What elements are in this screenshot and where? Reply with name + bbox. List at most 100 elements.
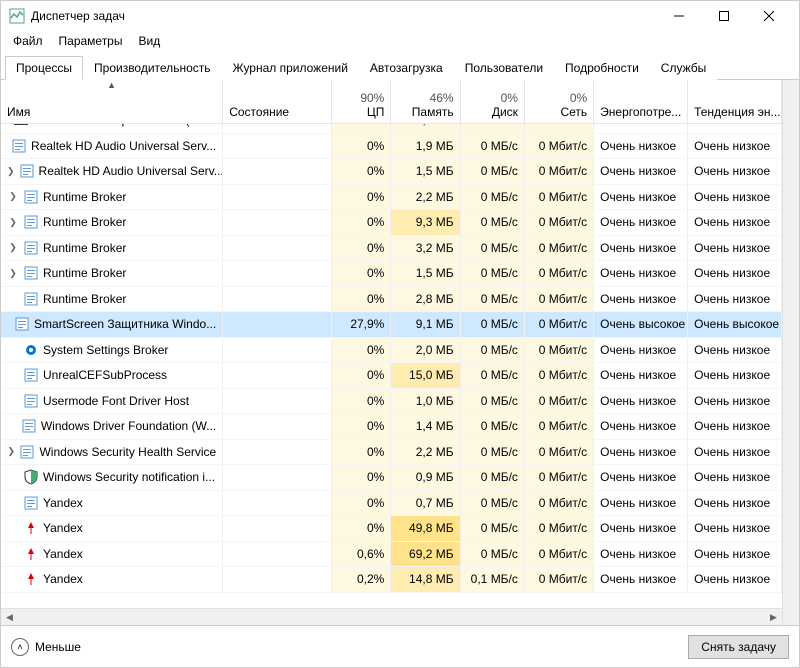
table-row[interactable]: System Settings Broker0%2,0 МБ0 МБ/с0 Мб… <box>1 338 782 364</box>
column-headers: ▲ Имя Состояние 90%ЦП 46%Память 0%Диск 0… <box>1 80 782 124</box>
cell-power: Очень низкое <box>594 159 688 184</box>
menu-view[interactable]: Вид <box>130 32 168 50</box>
maximize-button[interactable] <box>701 1 746 31</box>
table-row[interactable]: ❯Runtime Broker0%3,2 МБ0 МБ/с0 Мбит/сОче… <box>1 236 782 262</box>
table-row[interactable]: ❯Windows Security Health Service0%2,2 МБ… <box>1 440 782 466</box>
cell-power: Очень низкое <box>594 236 688 261</box>
table-row[interactable]: Usermode Font Driver Host0%1,0 МБ0 МБ/с0… <box>1 389 782 415</box>
table-row[interactable]: NVIDIA Web Helper Service (32 ...0%0,0 М… <box>1 124 782 134</box>
cell-memory: 2,2 МБ <box>391 185 460 210</box>
col-power[interactable]: Энергопотре... <box>594 80 688 123</box>
cell-power-trend: Очень низкое <box>688 261 782 286</box>
table-row[interactable]: Yandex0%0,7 МБ0 МБ/с0 Мбит/сОчень низкое… <box>1 491 782 517</box>
table-row[interactable]: ❯Realtek HD Audio Universal Serv...0%1,5… <box>1 159 782 185</box>
expand-icon[interactable]: ❯ <box>7 191 19 202</box>
scroll-right-icon[interactable]: ▶ <box>765 609 782 626</box>
footer: ˄ Меньше Снять задачу <box>1 625 799 667</box>
col-disk[interactable]: 0%Диск <box>461 80 525 123</box>
table-row[interactable]: ❯Runtime Broker0%2,2 МБ0 МБ/с0 Мбит/сОче… <box>1 185 782 211</box>
cell-power-trend: Очень низкое <box>688 465 782 490</box>
process-icon <box>14 316 30 332</box>
vertical-scrollbar[interactable] <box>782 80 799 625</box>
cell-state <box>223 542 332 567</box>
cell-state <box>223 185 332 210</box>
cell-memory: 3,2 МБ <box>391 236 460 261</box>
cell-power-trend: Очень низкое <box>688 567 782 592</box>
cell-power: Очень низкое <box>594 287 688 312</box>
table-row[interactable]: Realtek HD Audio Universal Serv...0%1,9 … <box>1 134 782 160</box>
col-power-trend[interactable]: Тенденция эн... <box>688 80 782 123</box>
cell-cpu: 0% <box>332 363 391 388</box>
cell-name: Yandex <box>1 542 223 567</box>
process-icon <box>23 469 39 485</box>
cell-network: 0 Мбит/с <box>525 567 594 592</box>
table-row[interactable]: Yandex0,6%69,2 МБ0 МБ/с0 Мбит/сОчень низ… <box>1 542 782 568</box>
cell-state <box>223 414 332 439</box>
table-row[interactable]: ❯Runtime Broker0%1,5 МБ0 МБ/с0 Мбит/сОче… <box>1 261 782 287</box>
horizontal-scrollbar[interactable]: ◀ ▶ <box>1 608 782 625</box>
cell-network: 0 Мбит/с <box>525 124 594 133</box>
expand-icon[interactable]: ❯ <box>7 166 15 177</box>
table-row[interactable]: Runtime Broker0%2,8 МБ0 МБ/с0 Мбит/сОчен… <box>1 287 782 313</box>
cell-state <box>223 491 332 516</box>
cell-power-trend: Очень низкое <box>688 210 782 235</box>
expand-icon[interactable]: ❯ <box>7 268 19 279</box>
close-button[interactable] <box>746 1 791 31</box>
menubar: Файл Параметры Вид <box>1 31 799 51</box>
tabstrip: ПроцессыПроизводительностьЖурнал приложе… <box>1 55 799 80</box>
process-list[interactable]: NVIDIA Web Helper Service (32 ...0%0,0 М… <box>1 124 782 608</box>
tab-1[interactable]: Производительность <box>83 56 221 80</box>
cell-state <box>223 312 332 337</box>
process-name: System Settings Broker <box>43 343 168 357</box>
process-name: Runtime Broker <box>43 292 126 306</box>
cell-memory: 1,4 МБ <box>391 414 460 439</box>
cell-disk: 0 МБ/с <box>461 338 525 363</box>
col-name[interactable]: ▲ Имя <box>1 80 223 123</box>
expand-icon[interactable]: ❯ <box>7 446 15 457</box>
tab-4[interactable]: Пользователи <box>454 56 554 80</box>
process-name: Runtime Broker <box>43 266 126 280</box>
table-row[interactable]: ❯Runtime Broker0%9,3 МБ0 МБ/с0 Мбит/сОче… <box>1 210 782 236</box>
fewer-details-toggle[interactable]: ˄ Меньше <box>11 638 81 656</box>
end-task-button[interactable]: Снять задачу <box>688 635 789 659</box>
cell-memory: 69,2 МБ <box>391 542 460 567</box>
cell-memory: 0,7 МБ <box>391 491 460 516</box>
scroll-left-icon[interactable]: ◀ <box>1 609 18 626</box>
cell-network: 0 Мбит/с <box>525 261 594 286</box>
titlebar[interactable]: Диспетчер задач <box>1 1 799 31</box>
table-row[interactable]: Windows Driver Foundation (W...0%1,4 МБ0… <box>1 414 782 440</box>
col-network[interactable]: 0%Сеть <box>525 80 594 123</box>
process-icon <box>11 138 27 154</box>
cell-name: ❯Windows Security Health Service <box>1 440 223 465</box>
cell-power: Очень низкое <box>594 567 688 592</box>
table-row[interactable]: Yandex0,2%14,8 МБ0,1 МБ/с0 Мбит/сОчень н… <box>1 567 782 593</box>
tab-2[interactable]: Журнал приложений <box>222 56 359 80</box>
cell-state <box>223 134 332 159</box>
table-row[interactable]: UnrealCEFSubProcess0%15,0 МБ0 МБ/с0 Мбит… <box>1 363 782 389</box>
col-state[interactable]: Состояние <box>223 80 332 123</box>
cell-disk: 0 МБ/с <box>461 134 525 159</box>
col-cpu[interactable]: 90%ЦП <box>332 80 391 123</box>
process-icon <box>19 163 35 179</box>
table-row[interactable]: Yandex0%49,8 МБ0 МБ/с0 Мбит/сОчень низко… <box>1 516 782 542</box>
tab-5[interactable]: Подробности <box>554 56 650 80</box>
menu-file[interactable]: Файл <box>5 32 51 50</box>
cell-memory: 15,0 МБ <box>391 363 460 388</box>
cell-power-trend: Очень низкое <box>688 236 782 261</box>
cell-cpu: 0% <box>332 287 391 312</box>
cell-memory: 0,9 МБ <box>391 465 460 490</box>
process-name: NVIDIA Web Helper Service (32 ... <box>33 124 216 127</box>
cell-network: 0 Мбит/с <box>525 414 594 439</box>
menu-params[interactable]: Параметры <box>51 32 131 50</box>
table-row[interactable]: Windows Security notification i...0%0,9 … <box>1 465 782 491</box>
tab-3[interactable]: Автозагрузка <box>359 56 454 80</box>
expand-icon[interactable]: ❯ <box>7 242 19 253</box>
table-row[interactable]: SmartScreen Защитника Windo...27,9%9,1 М… <box>1 312 782 338</box>
col-memory[interactable]: 46%Память <box>391 80 460 123</box>
tab-0[interactable]: Процессы <box>5 56 83 80</box>
cell-name: Usermode Font Driver Host <box>1 389 223 414</box>
tab-6[interactable]: Службы <box>650 56 717 80</box>
minimize-button[interactable] <box>656 1 701 31</box>
cell-cpu: 0% <box>332 124 391 133</box>
expand-icon[interactable]: ❯ <box>7 217 19 228</box>
